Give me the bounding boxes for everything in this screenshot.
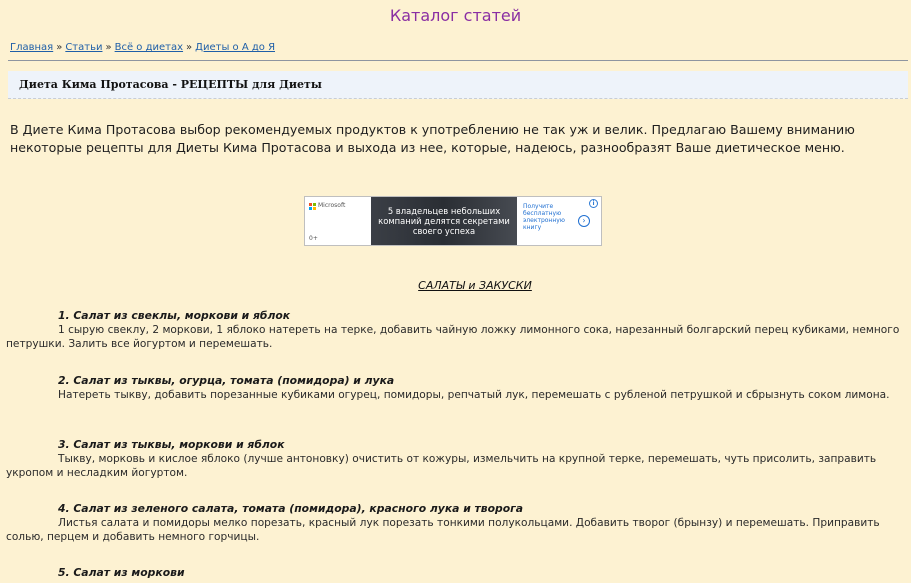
breadcrumb: Главная» Статьи» Всё о диетах» Диеты о А до…	[10, 42, 275, 53]
breadcrumb-separator: »	[105, 42, 112, 53]
ad-headline: 5 владельцев небольших компаний делятся …	[378, 206, 510, 236]
breadcrumb-link-diets-a-z[interactable]: Диеты о А до Я	[195, 42, 275, 53]
article-title: Диета Кима Протасова - РЕЦЕПТЫ для Диеты	[19, 78, 322, 91]
recipe-text: 1 сырую свеклу, 2 моркови, 1 яблоко нате…	[6, 324, 900, 350]
section-title: САЛАТЫ и ЗАКУСКИ	[418, 279, 532, 292]
recipe-text: Тыкву, морковь и кислое яблоко (лучше ан…	[6, 453, 877, 479]
recipe-text: Листья салата и помидоры мелко порезать,…	[6, 517, 880, 543]
recipe-item: 4. Салат из зеленого салата, томата (пом…	[6, 502, 906, 544]
recipe-title: 4. Салат из зеленого салата, томата (пом…	[58, 502, 524, 515]
recipe-title: 5. Салат из моркови	[58, 566, 185, 579]
recipe-item: 3. Салат из тыквы, моркови и яблок Тыкву…	[6, 438, 906, 480]
recipe-title: 1. Салат из свеклы, моркови и яблок	[58, 309, 291, 322]
header-divider	[8, 60, 908, 61]
breadcrumb-separator: »	[56, 42, 63, 53]
ad-banner[interactable]: Microsoft 0+ 5 владельцев небольших комп…	[304, 196, 602, 246]
ad-headline-panel: 5 владельцев небольших компаний делятся …	[371, 197, 517, 245]
recipe-title: 2. Салат из тыквы, огурца, томата (помид…	[58, 374, 395, 387]
info-icon[interactable]: i	[589, 199, 598, 208]
breadcrumb-link-home[interactable]: Главная	[10, 42, 53, 53]
recipe-item: 1. Салат из свеклы, моркови и яблок 1 сы…	[6, 309, 906, 351]
page: Каталог статей Главная» Статьи» Всё о диет…	[0, 0, 911, 583]
ad-brand-name: Microsoft	[318, 202, 346, 209]
article-intro: В Диете Кима Протасова выбор рекомендуем…	[10, 122, 855, 155]
breadcrumb-link-articles[interactable]: Статьи	[65, 42, 102, 53]
recipe-text: Натереть тыкву, добавить порезанные куби…	[58, 389, 890, 401]
microsoft-logo-icon	[309, 203, 316, 210]
article-header: Диета Кима Протасова - РЕЦЕПТЫ для Диеты	[8, 71, 908, 99]
recipe-title: 3. Салат из тыквы, моркови и яблок	[58, 438, 285, 451]
ad-age-rating: 0+	[309, 235, 318, 242]
ad-brand-panel: Microsoft 0+	[305, 197, 371, 245]
ad-cta-text[interactable]: Получите бесплатную электронную книгу	[523, 203, 573, 231]
recipe-item: 2. Салат из тыквы, огурца, томата (помид…	[6, 374, 906, 402]
site-title: Каталог статей	[389, 6, 522, 25]
breadcrumb-link-diets[interactable]: Всё о диетах	[115, 42, 183, 53]
arrow-right-circle-icon[interactable]: ›	[578, 215, 590, 227]
breadcrumb-separator: »	[186, 42, 193, 53]
recipe-item: 5. Салат из моркови	[6, 566, 906, 580]
